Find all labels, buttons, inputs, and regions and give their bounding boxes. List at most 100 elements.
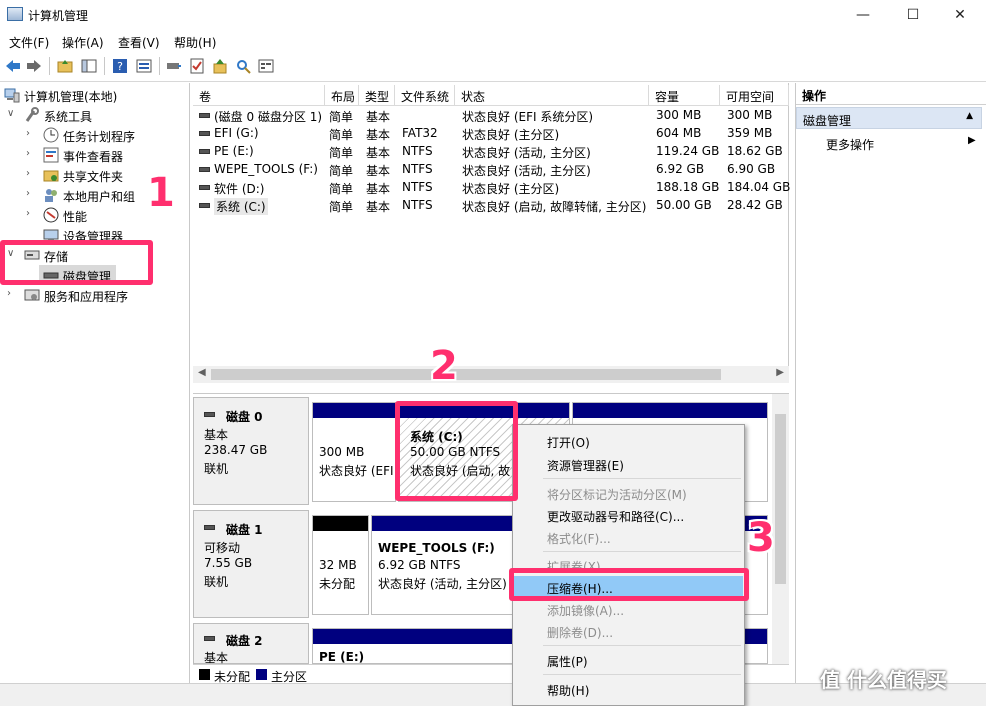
up-folder-icon[interactable] xyxy=(57,58,73,74)
menu-item-explorer[interactable]: 资源管理器(E) xyxy=(514,453,743,475)
cell-free-space: 300 MB xyxy=(727,108,773,122)
upload-icon[interactable] xyxy=(212,58,228,74)
chevron-right-icon[interactable]: › xyxy=(26,128,36,140)
minimize-button[interactable]: — xyxy=(840,0,886,30)
menu-help[interactable]: 帮助(H) xyxy=(174,34,216,51)
collapse-icon[interactable]: ▲ xyxy=(966,111,973,121)
volume-icon xyxy=(199,203,210,208)
partition-efi[interactable]: 300 MB 状态良好 (EFI xyxy=(312,402,396,502)
menu-item-mark-active[interactable]: 将分区标记为活动分区(M) xyxy=(514,482,743,504)
column-header-type[interactable]: 类型 xyxy=(359,85,395,106)
table-row[interactable]: (磁盘 0 磁盘分区 1) 简单 基本 状态良好 (EFI 系统分区) 300 … xyxy=(193,106,789,124)
column-header-volume[interactable]: 卷 xyxy=(193,85,325,106)
disk-0-label[interactable]: 磁盘 0 基本 238.47 GB 联机 xyxy=(193,397,309,505)
cell-capacity: 300 MB xyxy=(656,108,702,122)
properties-icon[interactable] xyxy=(136,58,152,74)
column-header-free-space[interactable]: 可用空间 xyxy=(720,85,789,106)
chevron-down-icon[interactable]: ∨ xyxy=(7,108,17,120)
back-arrow-icon[interactable] xyxy=(5,58,21,74)
horizontal-scrollbar[interactable]: ◀ ▶ xyxy=(193,366,789,383)
menu-item-format[interactable]: 格式化(F)... xyxy=(514,526,743,548)
cell-filesystem: NTFS xyxy=(402,180,433,194)
disk-1-label[interactable]: 磁盘 1 可移动 7.55 GB 联机 xyxy=(193,510,309,618)
chevron-right-icon[interactable]: › xyxy=(26,148,36,160)
disk-icon xyxy=(204,525,215,530)
table-row[interactable]: 系统 (C:) 简单 基本 NTFS 状态良好 (启动, 故障转储, 主分区) … xyxy=(193,196,789,215)
cell-status: 状态良好 (活动, 主分区) xyxy=(462,146,591,160)
annotation-step-2: 2 xyxy=(430,343,458,389)
tree-item-services-apps[interactable]: › 服务和应用程序 xyxy=(0,285,188,305)
partition-unallocated[interactable]: 32 MB 未分配 xyxy=(312,515,369,615)
cell-filesystem: FAT32 xyxy=(402,126,438,140)
column-header-filesystem[interactable]: 文件系统 xyxy=(395,85,455,106)
cell-filesystem: NTFS xyxy=(402,144,433,158)
tree-label: 服务和应用程序 xyxy=(44,290,129,304)
chevron-right-icon[interactable]: ▶ xyxy=(968,135,976,146)
show-hide-tree-icon[interactable] xyxy=(81,58,97,74)
menu-item-delete-volume[interactable]: 删除卷(D)... xyxy=(514,620,743,642)
close-button[interactable]: ✕ xyxy=(937,0,983,30)
chevron-right-icon[interactable]: › xyxy=(26,168,36,180)
menu-action[interactable]: 操作(A) xyxy=(62,34,104,51)
scrollbar-thumb[interactable] xyxy=(211,369,721,380)
computer-management-icon xyxy=(4,88,20,103)
column-header-status[interactable]: 状态 xyxy=(455,85,649,106)
tree-item-event-viewer[interactable]: › 事件查看器 xyxy=(0,145,188,165)
menu-item-change-drive-letter[interactable]: 更改驱动器号和路径(C)... xyxy=(514,504,743,526)
forward-arrow-icon[interactable] xyxy=(26,58,42,74)
scroll-right-icon[interactable]: ▶ xyxy=(776,367,784,378)
connect-icon[interactable] xyxy=(166,58,182,74)
disk-2-label[interactable]: 磁盘 2 基本 xyxy=(193,623,309,665)
scrollbar-thumb[interactable] xyxy=(775,414,786,584)
tree-item-computer-management[interactable]: 计算机管理(本地) xyxy=(0,85,188,105)
menu-bar: 文件(F) 操作(A) 查看(V) 帮助(H) xyxy=(0,30,986,52)
annotation-box-storage xyxy=(0,240,153,285)
menu-file[interactable]: 文件(F) xyxy=(9,34,49,51)
users-icon xyxy=(45,189,57,202)
annotation-step-3: 3 xyxy=(747,515,775,561)
table-row[interactable]: 软件 (D:) 简单 基本 NTFS 状态良好 (主分区) 188.18 GB … xyxy=(193,178,791,196)
svg-text:?: ? xyxy=(117,60,123,73)
actions-section-disk-management[interactable]: 磁盘管理 ▲ xyxy=(796,107,982,129)
shared-folder-icon xyxy=(43,170,59,182)
menu-item-open[interactable]: 打开(O) xyxy=(514,430,743,452)
column-header-capacity[interactable]: 容量 xyxy=(649,85,720,106)
help-icon[interactable]: ? xyxy=(112,58,128,74)
scroll-left-icon[interactable]: ◀ xyxy=(198,367,206,378)
annotation-box-shrink-volume xyxy=(509,568,749,601)
menu-item-properties[interactable]: 属性(P) xyxy=(514,649,743,671)
table-row[interactable]: WEPE_TOOLS (F:) 简单 基本 NTFS 状态良好 (活动, 主分区… xyxy=(193,160,789,178)
cell-capacity: 119.24 GB xyxy=(656,144,720,158)
export-list-icon[interactable] xyxy=(258,58,274,74)
column-header-layout[interactable]: 布局 xyxy=(325,85,359,106)
toolbar-separator xyxy=(104,57,105,75)
cell-capacity: 6.92 GB xyxy=(656,162,705,176)
table-row[interactable]: EFI (G:) 简单 基本 FAT32 状态良好 (主分区) 604 MB 3… xyxy=(193,124,789,142)
chevron-right-icon[interactable]: › xyxy=(7,288,17,300)
cell-volume: 软件 (D:) xyxy=(214,182,265,196)
maximize-button[interactable]: ☐ xyxy=(890,0,936,30)
legend-swatch-primary xyxy=(256,669,267,680)
menu-item-help[interactable]: 帮助(H) xyxy=(514,678,743,700)
checklist-icon[interactable] xyxy=(189,58,205,74)
chevron-right-icon[interactable]: › xyxy=(26,188,36,200)
partition-name: WEPE_TOOLS (F:) xyxy=(378,541,495,555)
search-icon[interactable] xyxy=(235,58,251,74)
toolbar: ? xyxy=(0,52,986,82)
menu-item-add-mirror[interactable]: 添加镜像(A)... xyxy=(514,598,743,620)
table-row[interactable]: PE (E:) 简单 基本 NTFS 状态良好 (活动, 主分区) 119.24… xyxy=(193,142,789,160)
clock-icon xyxy=(43,127,59,143)
tree-item-task-scheduler[interactable]: › 任务计划程序 xyxy=(0,125,188,145)
disk-icon xyxy=(204,636,215,641)
menu-view[interactable]: 查看(V) xyxy=(118,34,160,51)
cell-status: 状态良好 (启动, 故障转储, 主分区) xyxy=(462,200,647,214)
tree-label: 任务计划程序 xyxy=(63,130,136,144)
cell-status: 状态良好 (主分区) xyxy=(462,182,560,196)
disk-size: 238.47 GB xyxy=(204,443,268,457)
cell-free-space: 184.04 GB xyxy=(727,180,791,194)
cell-type: 基本 xyxy=(366,128,391,142)
more-actions[interactable]: 更多操作 xyxy=(826,136,874,153)
chevron-right-icon[interactable]: › xyxy=(26,208,36,220)
tree-item-system-tools[interactable]: ∨ 系统工具 xyxy=(0,105,188,125)
annotation-box-system-partition xyxy=(395,401,518,501)
